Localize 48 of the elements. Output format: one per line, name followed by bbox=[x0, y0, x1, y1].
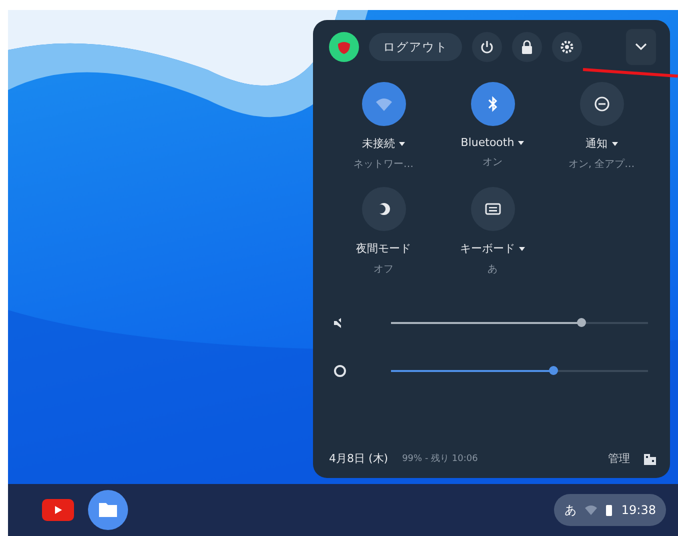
toggle-status: オン, 全アプ… bbox=[568, 158, 635, 171]
folder-app-icon[interactable] bbox=[88, 490, 128, 530]
wifi-icon bbox=[585, 505, 598, 515]
caret-icon bbox=[519, 246, 525, 250]
toggle-button[interactable] bbox=[580, 82, 624, 126]
toggle-button[interactable] bbox=[470, 82, 514, 126]
lock-icon bbox=[521, 40, 533, 54]
clock-text: 19:38 bbox=[621, 503, 656, 517]
do-not-disturb-icon bbox=[594, 96, 610, 112]
battery-status: 99% - 残り 10:06 bbox=[402, 452, 479, 465]
battery-icon bbox=[606, 504, 612, 516]
bluetooth-icon bbox=[488, 96, 498, 112]
toggle-label: 通知 bbox=[586, 136, 608, 151]
night-light-icon bbox=[376, 202, 390, 216]
ime-indicator: あ bbox=[564, 502, 576, 518]
wifi-icon bbox=[376, 98, 392, 110]
settings-button[interactable] bbox=[552, 32, 582, 62]
power-button[interactable] bbox=[472, 32, 502, 62]
caret-icon bbox=[612, 142, 618, 146]
slider-thumb[interactable] bbox=[548, 366, 558, 375]
caret-icon bbox=[518, 140, 524, 144]
toggle-status: オン bbox=[482, 156, 502, 169]
toggle-label: Bluetooth bbox=[460, 136, 514, 149]
caret-icon bbox=[399, 142, 405, 146]
toggle-status: ネットワー… bbox=[354, 158, 414, 171]
managed-label: 管理 bbox=[608, 451, 630, 466]
power-icon bbox=[480, 40, 494, 54]
collapse-button[interactable] bbox=[626, 29, 656, 65]
date-text[interactable]: 4月8日 (木) bbox=[329, 451, 388, 466]
chevron-down-icon bbox=[635, 43, 647, 51]
toggle-button[interactable] bbox=[362, 82, 406, 126]
avatar-icon[interactable] bbox=[329, 32, 359, 62]
status-tray[interactable]: あ 19:38 bbox=[554, 494, 666, 526]
toggle-label: 夜間モード bbox=[356, 241, 411, 256]
slider-thumb[interactable] bbox=[577, 318, 586, 327]
brightness-icon bbox=[333, 364, 347, 378]
toggle-button[interactable] bbox=[470, 187, 514, 231]
settings-icon bbox=[560, 40, 574, 54]
lock-button[interactable] bbox=[512, 32, 542, 62]
toggle-label: キーボード bbox=[460, 241, 515, 256]
building-icon bbox=[644, 452, 656, 464]
toggle-button[interactable] bbox=[362, 187, 406, 231]
keyboard-icon bbox=[484, 203, 500, 215]
toggle-status: あ bbox=[488, 263, 498, 276]
logout-button[interactable]: ログアウト bbox=[369, 33, 462, 61]
toggle-label: 未接続 bbox=[362, 136, 395, 151]
toggle-status: オフ bbox=[374, 263, 394, 276]
video-app-icon[interactable] bbox=[42, 499, 74, 521]
